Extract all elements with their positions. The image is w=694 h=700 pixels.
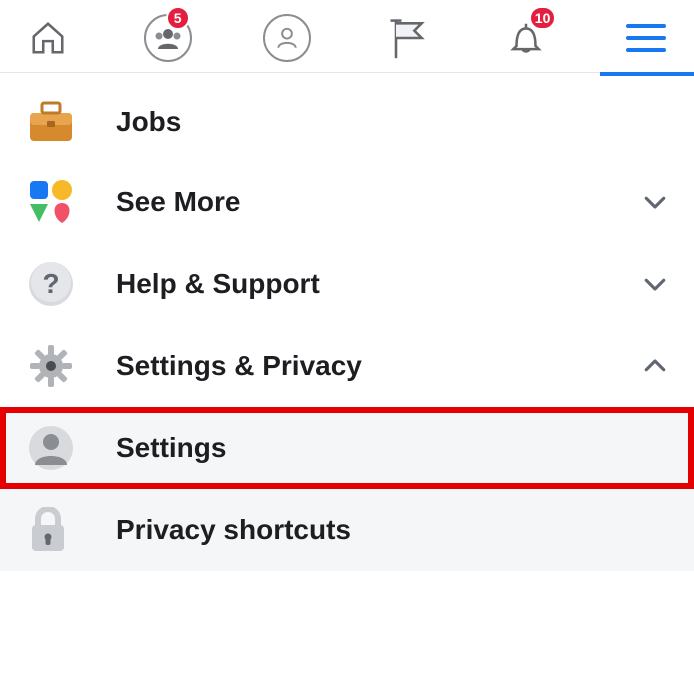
flag-icon [385, 16, 429, 60]
lock-icon [28, 507, 86, 553]
nav-home[interactable] [20, 10, 76, 66]
settings-privacy-submenu: Settings Privacy shortcuts [0, 407, 694, 571]
briefcase-icon [28, 101, 86, 143]
chevron-down-icon [640, 187, 670, 217]
menu-list: Jobs See More ? Help & Support [0, 73, 694, 571]
menu-item-privacy-shortcuts[interactable]: Privacy shortcuts [0, 489, 694, 571]
menu-item-see-more[interactable]: See More [0, 161, 694, 243]
menu-item-settings[interactable]: Settings [0, 407, 694, 489]
menu-item-help-support[interactable]: ? Help & Support [0, 243, 694, 325]
menu-item-settings-privacy[interactable]: Settings & Privacy [0, 325, 694, 407]
hamburger-icon [626, 22, 666, 54]
active-tab-indicator [600, 72, 694, 76]
nav-pages[interactable] [379, 10, 435, 66]
person-circle-icon [28, 425, 86, 471]
groups-badge: 5 [166, 6, 190, 30]
menu-label-help-support: Help & Support [116, 268, 640, 300]
nav-profile[interactable] [259, 10, 315, 66]
menu-label-see-more: See More [116, 186, 640, 218]
menu-item-jobs[interactable]: Jobs [0, 83, 694, 161]
notifications-badge: 10 [529, 6, 557, 30]
menu-label-settings: Settings [116, 432, 670, 464]
chevron-down-icon [640, 269, 670, 299]
help-icon: ? [28, 261, 86, 307]
gear-icon [28, 343, 86, 389]
top-nav: 5 10 [0, 0, 694, 73]
profile-icon [263, 14, 311, 62]
chevron-up-icon [640, 351, 670, 381]
menu-label-privacy-shortcuts: Privacy shortcuts [116, 514, 670, 546]
nav-groups[interactable]: 5 [140, 10, 196, 66]
nav-menu[interactable] [618, 10, 674, 66]
home-icon [29, 19, 67, 57]
menu-label-jobs: Jobs [116, 106, 670, 138]
svg-text:?: ? [42, 268, 59, 299]
nav-notifications[interactable]: 10 [498, 10, 554, 66]
see-more-icon [28, 179, 86, 225]
menu-label-settings-privacy: Settings & Privacy [116, 350, 640, 382]
